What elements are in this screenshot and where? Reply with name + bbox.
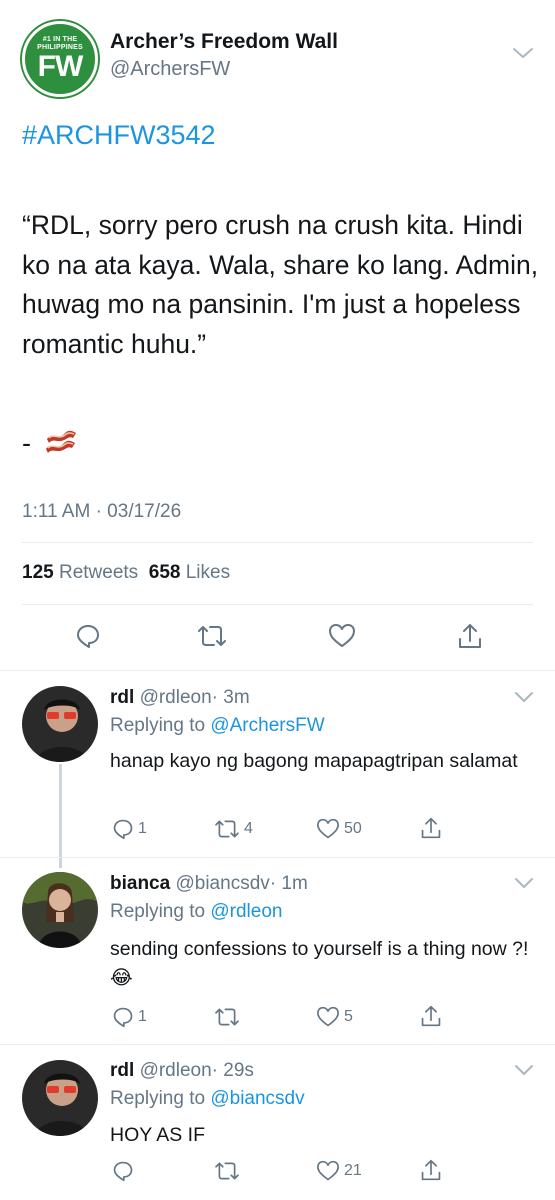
reply-button[interactable] xyxy=(70,618,106,654)
reply-button[interactable]: 1 xyxy=(112,818,147,840)
retweet-button[interactable]: 4 xyxy=(214,818,253,840)
tweet-timestamp[interactable]: 1:11 AM · 03/17/26 xyxy=(22,501,181,523)
share-icon xyxy=(421,1159,441,1181)
retweet-icon xyxy=(215,820,239,838)
like-button[interactable]: 50 xyxy=(316,818,362,840)
reply-icon xyxy=(113,1007,133,1028)
retweets-count[interactable]: 125 xyxy=(22,562,54,583)
reply-icon xyxy=(77,625,99,648)
reply-text: HOY AS IF xyxy=(110,1124,206,1146)
reply-icon xyxy=(113,819,133,840)
reply-author-name[interactable]: rdl xyxy=(110,1060,134,1081)
retweet-button[interactable] xyxy=(214,1160,244,1182)
replying-mention[interactable]: @ArchersFW xyxy=(210,715,324,736)
likes-count[interactable]: 658 xyxy=(149,562,181,583)
replying-to: Replying to @ArchersFW xyxy=(110,715,325,737)
reply-header: bianca @biancsdv· 1m xyxy=(110,873,308,895)
likes-label[interactable]: Likes xyxy=(186,562,230,583)
heart-icon xyxy=(316,1006,339,1027)
chevron-down-icon[interactable] xyxy=(514,691,534,703)
reply-author-name[interactable]: rdl xyxy=(110,687,134,708)
reply-time: · 1m xyxy=(269,873,308,894)
signature-dash: - xyxy=(22,428,31,458)
reply-time: · 29s xyxy=(211,1060,254,1081)
retweets-label[interactable]: Retweets xyxy=(59,562,138,583)
like-count: 21 xyxy=(344,1162,362,1179)
replying-to: Replying to @biancsdv xyxy=(110,1088,305,1110)
like-button[interactable]: 5 xyxy=(316,1006,353,1028)
share-button[interactable] xyxy=(420,1158,442,1182)
heart-icon xyxy=(316,818,339,839)
section-divider xyxy=(0,857,555,858)
replying-mention[interactable]: @rdleon xyxy=(210,901,282,922)
share-button[interactable] xyxy=(452,618,488,654)
retweet-icon xyxy=(215,1162,239,1180)
account-name[interactable]: Archer’s Freedom Wall xyxy=(110,30,338,54)
tweet-signature: - xyxy=(22,428,79,459)
like-count: 5 xyxy=(344,1008,353,1025)
replying-label: Replying to xyxy=(110,901,206,922)
replying-mention[interactable]: @biancsdv xyxy=(210,1088,304,1109)
bacon-emoji-icon xyxy=(46,430,76,453)
reply-count: 1 xyxy=(138,820,147,837)
avatar[interactable] xyxy=(22,686,98,762)
like-button[interactable] xyxy=(324,618,360,654)
retweet-icon xyxy=(198,626,226,646)
reply-button[interactable] xyxy=(112,1160,138,1182)
replying-to: Replying to @rdleon xyxy=(110,901,282,923)
tweet-text: “RDL, sorry pero crush na crush kita. Hi… xyxy=(22,210,539,359)
thread-line xyxy=(59,764,62,868)
reply-header: rdl @rdleon· 3m xyxy=(110,687,250,709)
logo-text: FW xyxy=(37,50,84,83)
share-icon xyxy=(421,817,441,839)
reply-header: rdl @rdleon· 29s xyxy=(110,1060,254,1082)
account-avatar[interactable]: #1 IN THE PHILIPPINES FW xyxy=(22,21,98,97)
chevron-down-icon[interactable] xyxy=(514,1064,534,1076)
reply-time: · 3m xyxy=(211,687,250,708)
share-button[interactable] xyxy=(420,816,442,840)
account-handle[interactable]: @ArchersFW xyxy=(110,58,230,81)
avatar[interactable] xyxy=(22,1060,98,1136)
divider xyxy=(22,542,533,543)
reply-count: 1 xyxy=(138,1008,147,1025)
avatar[interactable] xyxy=(22,872,98,948)
replying-label: Replying to xyxy=(110,1088,206,1109)
section-divider xyxy=(0,670,555,671)
reply-button[interactable]: 1 xyxy=(112,1006,147,1028)
retweet-button[interactable] xyxy=(194,618,230,654)
like-button[interactable]: 21 xyxy=(316,1160,362,1182)
reply-author-handle[interactable]: @rdleon xyxy=(140,1060,212,1081)
reply-author-name[interactable]: bianca xyxy=(110,873,170,894)
reply-icon xyxy=(113,1161,133,1182)
tweet-stats: 125 Retweets 658 Likes xyxy=(22,562,230,584)
tweet-actions xyxy=(0,618,555,654)
share-button[interactable] xyxy=(420,1004,442,1028)
heart-icon xyxy=(329,624,355,647)
retweet-button[interactable] xyxy=(214,1006,244,1028)
section-divider xyxy=(0,1044,555,1045)
reply-author-handle[interactable]: @biancsdv xyxy=(175,873,269,894)
share-icon xyxy=(421,1005,441,1027)
reply-text: hanap kayo ng bagong mapapagtripan salam… xyxy=(110,750,518,772)
hashtag-link[interactable]: #ARCHFW3542 xyxy=(22,120,216,151)
chevron-down-icon[interactable] xyxy=(514,877,534,889)
chevron-down-icon[interactable] xyxy=(512,46,534,60)
retweet-count: 4 xyxy=(244,820,253,837)
reply-author-handle[interactable]: @rdleon xyxy=(140,687,212,708)
share-icon xyxy=(459,624,481,648)
heart-icon xyxy=(316,1160,339,1181)
reply-text: sending confessions to yourself is a thi… xyxy=(110,938,529,989)
like-count: 50 xyxy=(344,820,362,837)
replying-label: Replying to xyxy=(110,715,206,736)
divider xyxy=(22,604,533,605)
retweet-icon xyxy=(215,1008,239,1026)
main-tweet: #1 IN THE PHILIPPINES FW Archer’s Freedo… xyxy=(0,0,555,670)
